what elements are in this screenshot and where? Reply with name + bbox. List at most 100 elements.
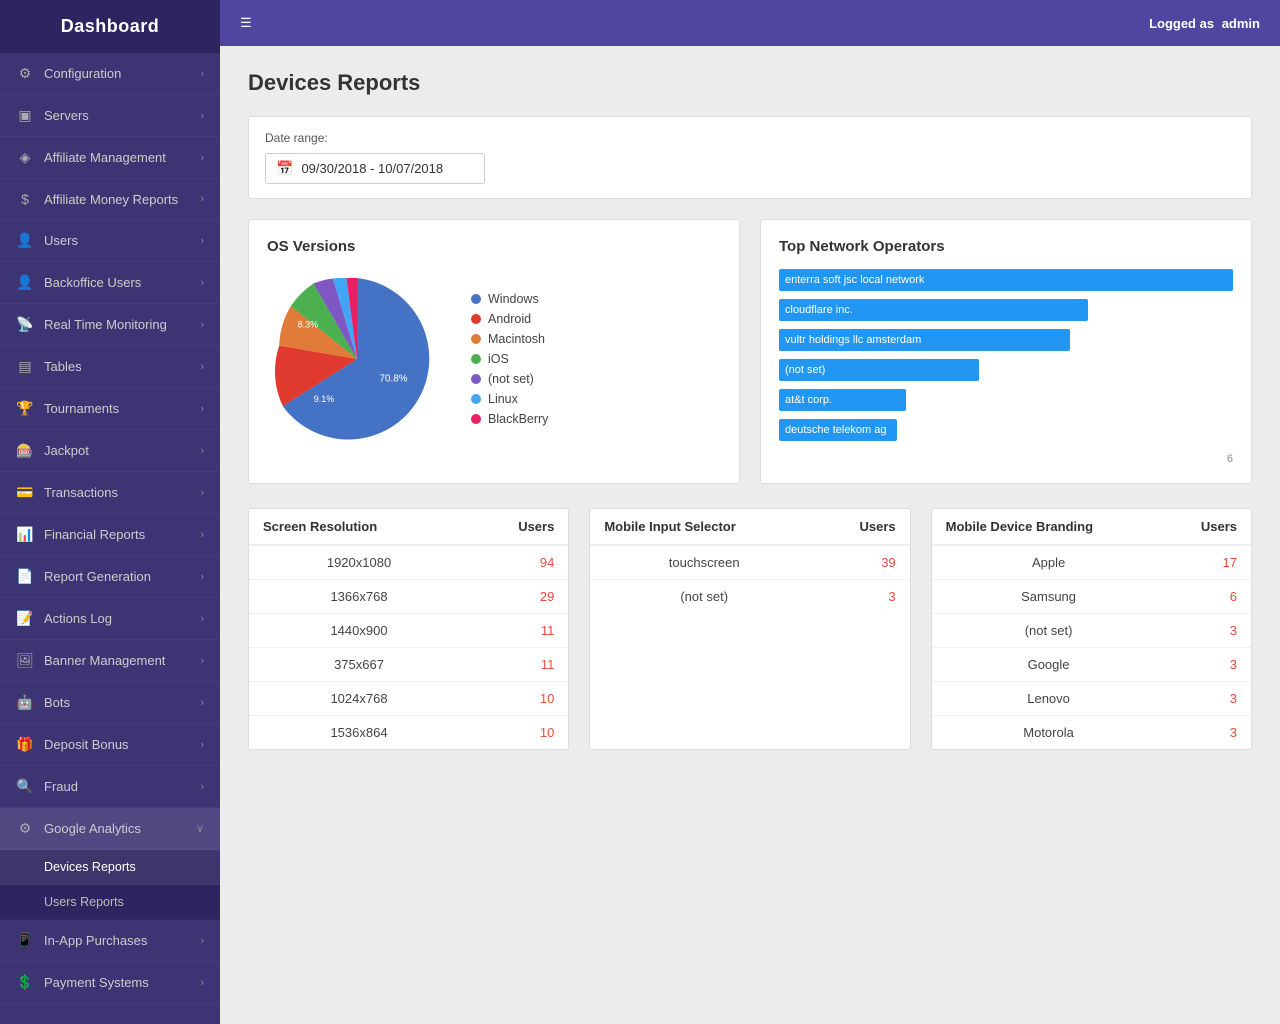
sidebar-item-tables[interactable]: ▤ Tables › bbox=[0, 346, 220, 388]
sidebar-item-financial-reports[interactable]: 📊 Financial Reports › bbox=[0, 514, 220, 556]
actions-log-icon: 📝 bbox=[16, 610, 34, 627]
users-cell: 29 bbox=[469, 580, 568, 614]
pie-legend: Windows Android Macintosh iOS bbox=[471, 292, 548, 426]
sidebar-item-real-time-monitoring[interactable]: 📡 Real Time Monitoring › bbox=[0, 304, 220, 346]
sidebar-item-fraud[interactable]: 🔍 Fraud › bbox=[0, 766, 220, 808]
legend-item-blackberry: BlackBerry bbox=[471, 412, 548, 426]
brand-cell: Motorola bbox=[932, 716, 1166, 750]
sidebar-item-configuration[interactable]: ⚙ Configuration › bbox=[0, 53, 220, 95]
legend-dot-macintosh bbox=[471, 334, 481, 344]
sidebar-item-servers[interactable]: ▣ Servers › bbox=[0, 95, 220, 137]
legend-label-notset: (not set) bbox=[488, 372, 534, 386]
topbar-user-info: Logged as admin bbox=[1149, 16, 1260, 31]
sidebar-item-banner-management[interactable]: 🖼 Banner Management › bbox=[0, 640, 220, 682]
screen-resolution-table-body: 1920x1080941366x768291440x90011375x66711… bbox=[249, 545, 568, 749]
sidebar-label-tournaments: Tournaments bbox=[44, 401, 119, 416]
chevron-right-icon: › bbox=[200, 403, 204, 415]
chevron-right-icon: › bbox=[200, 445, 204, 457]
sidebar-item-bots[interactable]: 🤖 Bots › bbox=[0, 682, 220, 724]
screen-resolution-table: Screen Resolution Users 1920x1080941366x… bbox=[249, 509, 568, 749]
calendar-icon: 📅 bbox=[276, 160, 293, 177]
tables-icon: ▤ bbox=[16, 358, 34, 375]
sidebar-item-affiliate-money-reports[interactable]: $ Affiliate Money Reports › bbox=[0, 179, 220, 220]
bar-track-2: vultr holdings llc amsterdam bbox=[779, 329, 1233, 351]
legend-label-macintosh: Macintosh bbox=[488, 332, 545, 346]
sidebar-item-transactions[interactable]: 💳 Transactions › bbox=[0, 472, 220, 514]
resolution-cell: 1366x768 bbox=[249, 580, 469, 614]
selector-cell: touchscreen bbox=[590, 545, 818, 580]
jackpot-icon: 🎰 bbox=[16, 442, 34, 459]
sidebar-label-backoffice-users: Backoffice Users bbox=[44, 275, 141, 290]
network-operators-title: Top Network Operators bbox=[779, 238, 1233, 255]
chevron-right-icon: › bbox=[200, 529, 204, 541]
mobile-branding-users-col-header: Users bbox=[1165, 509, 1251, 545]
bar-row-3: (not set) bbox=[779, 359, 1233, 381]
sidebar-item-tournaments[interactable]: 🏆 Tournaments › bbox=[0, 388, 220, 430]
pie-chart-svg: 70.8% 9.1% 8.3% bbox=[267, 269, 447, 449]
fraud-icon: 🔍 bbox=[16, 778, 34, 795]
table-row: 1366x76829 bbox=[249, 580, 568, 614]
monitoring-icon: 📡 bbox=[16, 316, 34, 333]
in-app-purchases-icon: 📱 bbox=[16, 932, 34, 949]
legend-label-linux: Linux bbox=[488, 392, 518, 406]
sidebar-logo: Dashboard bbox=[0, 0, 220, 53]
legend-item-linux: Linux bbox=[471, 392, 548, 406]
users-cell: 39 bbox=[818, 545, 910, 580]
sidebar-label-report-generation: Report Generation bbox=[44, 569, 151, 584]
os-versions-title: OS Versions bbox=[267, 238, 721, 255]
legend-label-blackberry: BlackBerry bbox=[488, 412, 548, 426]
resolution-cell: 1024x768 bbox=[249, 682, 469, 716]
table-row: Samsung6 bbox=[932, 580, 1251, 614]
legend-item-macintosh: Macintosh bbox=[471, 332, 548, 346]
sidebar-sub-item-devices-reports[interactable]: Devices Reports bbox=[0, 850, 220, 885]
sidebar-item-actions-log[interactable]: 📝 Actions Log › bbox=[0, 598, 220, 640]
resolution-cell: 1440x900 bbox=[249, 614, 469, 648]
sidebar-item-payment-systems[interactable]: 💲 Payment Systems › bbox=[0, 962, 220, 1004]
legend-dot-ios bbox=[471, 354, 481, 364]
affiliate-money-icon: $ bbox=[16, 191, 34, 207]
pie-label-windows: 70.8% bbox=[380, 374, 408, 385]
menu-toggle-button[interactable]: ☰ bbox=[240, 15, 252, 31]
table-row: 1536x86410 bbox=[249, 716, 568, 750]
sidebar-item-google-analytics[interactable]: ⚙ Google Analytics ∨ bbox=[0, 808, 220, 850]
bar-fill-5: deutsche telekom ag bbox=[779, 419, 897, 441]
date-range-value: 09/30/2018 - 10/07/2018 bbox=[301, 161, 443, 176]
sidebar-item-in-app-purchases[interactable]: 📱 In-App Purchases › bbox=[0, 920, 220, 962]
date-range-picker[interactable]: 📅 09/30/2018 - 10/07/2018 bbox=[265, 153, 485, 184]
table-row: 375x66711 bbox=[249, 648, 568, 682]
chevron-right-icon: › bbox=[200, 277, 204, 289]
date-range-section: Date range: 📅 09/30/2018 - 10/07/2018 bbox=[248, 116, 1252, 199]
users-cell: 10 bbox=[469, 716, 568, 750]
users-cell: 10 bbox=[469, 682, 568, 716]
sidebar-sub-item-users-reports[interactable]: Users Reports bbox=[0, 885, 220, 920]
date-range-label: Date range: bbox=[265, 131, 1235, 145]
sidebar-item-report-generation[interactable]: 📄 Report Generation › bbox=[0, 556, 220, 598]
bar-fill-0: enterra soft jsc local network bbox=[779, 269, 1233, 291]
brand-cell: Apple bbox=[932, 545, 1166, 580]
sidebar-label-in-app-purchases: In-App Purchases bbox=[44, 933, 147, 948]
legend-dot-android bbox=[471, 314, 481, 324]
bar-row-2: vultr holdings llc amsterdam bbox=[779, 329, 1233, 351]
chevron-right-icon: › bbox=[200, 110, 204, 122]
sidebar-label-financial-reports: Financial Reports bbox=[44, 527, 145, 542]
main-area: ☰ Logged as admin Devices Reports Date r… bbox=[220, 0, 1280, 1024]
transactions-icon: 💳 bbox=[16, 484, 34, 501]
users-icon: 👤 bbox=[16, 232, 34, 249]
financial-reports-icon: 📊 bbox=[16, 526, 34, 543]
backoffice-icon: 👤 bbox=[16, 274, 34, 291]
legend-item-android: Android bbox=[471, 312, 548, 326]
bar-fill-4: at&t corp. bbox=[779, 389, 906, 411]
chevron-right-icon: › bbox=[200, 613, 204, 625]
bar-row-5: deutsche telekom ag bbox=[779, 419, 1233, 441]
sidebar-item-backoffice-users[interactable]: 👤 Backoffice Users › bbox=[0, 262, 220, 304]
table-row: Google3 bbox=[932, 648, 1251, 682]
sidebar-item-deposit-bonus[interactable]: 🎁 Deposit Bonus › bbox=[0, 724, 220, 766]
sidebar-item-jackpot[interactable]: 🎰 Jackpot › bbox=[0, 430, 220, 472]
bar-axis-label: 6 bbox=[1227, 453, 1233, 465]
sidebar-label-deposit-bonus: Deposit Bonus bbox=[44, 737, 129, 752]
pie-label-macintosh: 8.3% bbox=[298, 320, 319, 330]
sidebar-item-users[interactable]: 👤 Users › bbox=[0, 220, 220, 262]
sidebar-item-affiliate-management[interactable]: ◈ Affiliate Management › bbox=[0, 137, 220, 179]
bar-row-4: at&t corp. bbox=[779, 389, 1233, 411]
sidebar-label-banner-management: Banner Management bbox=[44, 653, 165, 668]
